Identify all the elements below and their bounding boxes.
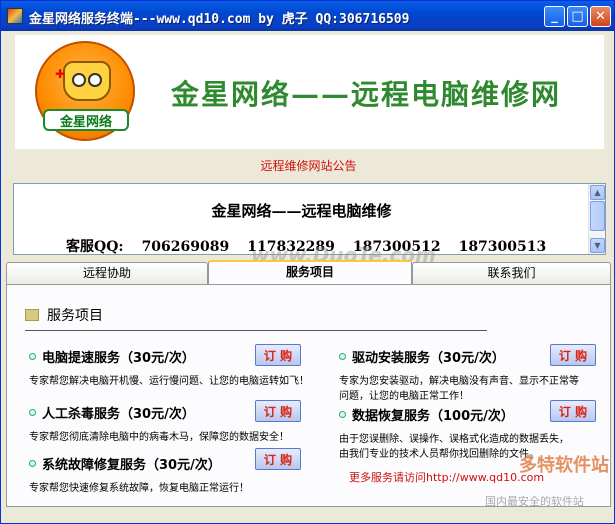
app-icon bbox=[7, 8, 23, 24]
brand-logo: ✚ 金星网络 bbox=[35, 41, 135, 141]
banner-title: 金星网络——远程电脑维修网 bbox=[171, 78, 562, 111]
service-item: 系统故障修复服务（30元/次） 专家帮您快速修复系统故障，恢复电脑正常运行！ bbox=[29, 454, 249, 496]
red-cross-icon: ✚ bbox=[55, 67, 66, 81]
mascot-icon bbox=[63, 61, 111, 101]
bullet-icon bbox=[339, 411, 346, 418]
service-desc: 专家为您安装驱动，解决电脑没有声音、显示不正常等 bbox=[339, 376, 579, 387]
section-title: 服务项目 bbox=[47, 308, 103, 324]
scroll-thumb[interactable] bbox=[590, 201, 605, 231]
order-button[interactable]: 订 购 bbox=[550, 344, 596, 366]
title-bar[interactable]: 金星网络服务终端---www.qd10.com by 虎子 QQ:3067165… bbox=[1, 1, 614, 31]
maximize-button[interactable]: □ bbox=[567, 6, 588, 27]
order-button[interactable]: 订 购 bbox=[255, 344, 301, 366]
qq-number: 187300513 bbox=[458, 239, 547, 255]
watermark-corner-sub: 国内最安全的软件站 bbox=[485, 495, 584, 508]
bullet-icon bbox=[29, 409, 36, 416]
notice-scrollbar[interactable]: ▲ ▼ bbox=[588, 184, 605, 254]
service-desc: 专家帮您彻底清除电脑中的病毒木马，保障您的数据安全！ bbox=[29, 432, 289, 443]
order-button[interactable]: 订 购 bbox=[255, 448, 301, 470]
header-banner: ✚ 金星网络 金星网络——远程电脑维修网 bbox=[15, 35, 604, 149]
bullet-icon bbox=[29, 353, 36, 360]
tab-contact[interactable]: 联系我们 bbox=[412, 262, 611, 284]
tab-bar: 远程协助 服务项目 联系我们 bbox=[6, 260, 611, 284]
service-title: 系统故障修复服务（30元/次） bbox=[42, 458, 221, 473]
service-item: 驱动安装服务（30元/次） 专家为您安装驱动，解决电脑没有声音、显示不正常等 问题… bbox=[339, 347, 579, 404]
section-marker-icon bbox=[25, 309, 39, 321]
notice-heading: 远程维修网站公告 bbox=[260, 159, 357, 173]
qq-label: 客服QQ: bbox=[66, 239, 124, 255]
service-desc: 专家帮您快速修复系统故障，恢复电脑正常运行！ bbox=[29, 483, 249, 494]
service-desc: 问题，让您的电脑正常工作！ bbox=[339, 391, 469, 402]
bullet-icon bbox=[339, 353, 346, 360]
service-desc: 由于您误删除、误操作、误格式化造成的数据丢失， bbox=[339, 434, 569, 445]
more-services-link[interactable]: 更多服务请访问http://www.qd10.com bbox=[349, 469, 544, 485]
service-title: 驱动安装服务（30元/次） bbox=[352, 351, 505, 366]
close-button[interactable]: ✕ bbox=[590, 6, 611, 27]
minimize-button[interactable]: _ bbox=[544, 6, 565, 27]
watermark-corner: 多特软件站 bbox=[519, 455, 609, 476]
tab-remote-help[interactable]: 远程协助 bbox=[6, 262, 208, 284]
service-item: 人工杀毒服务（30元/次） 专家帮您彻底清除电脑中的病毒木马，保障您的数据安全！ bbox=[29, 403, 289, 445]
order-button[interactable]: 订 购 bbox=[255, 400, 301, 422]
window-title: 金星网络服务终端---www.qd10.com by 虎子 QQ:3067165… bbox=[29, 12, 410, 27]
scroll-down-icon[interactable]: ▼ bbox=[590, 238, 605, 253]
section-heading: 服务项目 bbox=[25, 305, 103, 325]
bullet-icon bbox=[29, 460, 36, 467]
order-button[interactable]: 订 购 bbox=[550, 400, 596, 422]
notice-line: 金星网络——远程电脑维修 bbox=[211, 202, 392, 220]
logo-label: 金星网络 bbox=[43, 109, 129, 131]
app-window: 金星网络服务终端---www.qd10.com by 虎子 QQ:3067165… bbox=[0, 0, 615, 524]
section-divider bbox=[25, 330, 487, 331]
tab-services[interactable]: 服务项目 bbox=[208, 260, 412, 284]
service-title: 数据恢复服务（100元/次） bbox=[352, 409, 514, 424]
scroll-up-icon[interactable]: ▲ bbox=[590, 185, 605, 200]
service-title: 人工杀毒服务（30元/次） bbox=[42, 407, 195, 422]
service-title: 电脑提速服务（30元/次） bbox=[42, 351, 195, 366]
qq-number: 706269089 bbox=[141, 239, 230, 255]
service-desc: 专家帮您解决电脑开机慢、运行慢问题、让您的电脑运转如飞！ bbox=[29, 376, 309, 387]
